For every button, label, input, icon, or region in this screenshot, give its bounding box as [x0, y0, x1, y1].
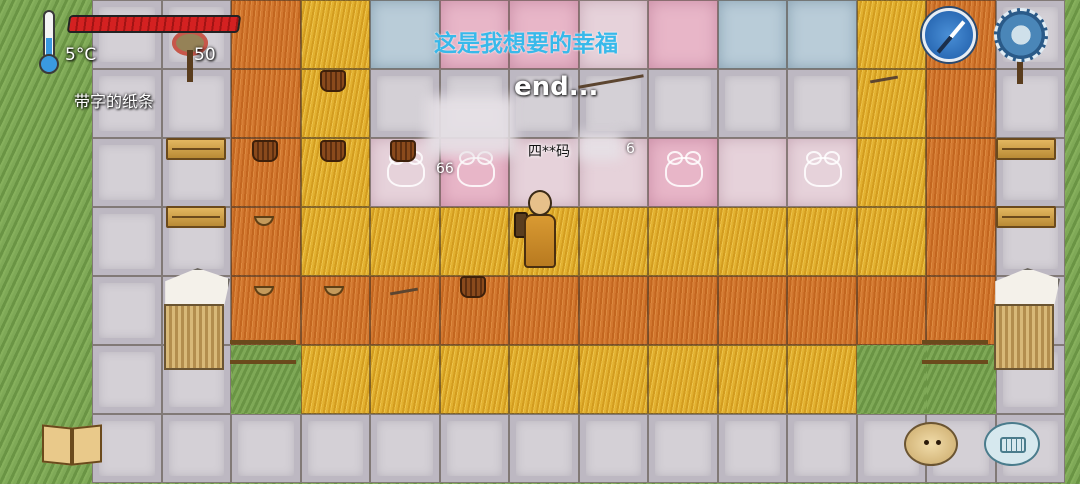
floor-tile[interactable] — [370, 276, 440, 345]
floor-tile[interactable] — [856, 207, 926, 276]
floor-tile[interactable] — [578, 345, 648, 414]
floor-tile[interactable] — [509, 276, 579, 345]
player-number-left: 66 — [436, 161, 454, 177]
open-book-icon[interactable] — [40, 422, 106, 466]
floor-tile[interactable] — [439, 207, 509, 276]
floor-tile[interactable] — [370, 414, 440, 483]
bell-tower-left[interactable] — [158, 268, 230, 370]
basket[interactable] — [252, 140, 278, 162]
basket[interactable] — [320, 70, 346, 92]
floor-tile[interactable] — [648, 207, 718, 276]
floor-tile[interactable] — [439, 345, 509, 414]
floor-tile[interactable] — [161, 414, 231, 483]
blur-patch — [426, 96, 516, 156]
floor-tile[interactable] — [300, 345, 370, 414]
floor-tile[interactable] — [370, 0, 440, 69]
compass-icon[interactable] — [922, 8, 976, 62]
floor-tile[interactable] — [787, 0, 857, 69]
status-hud: 5°C 50 带字的纸条 — [36, 8, 256, 111]
floor-tile[interactable] — [717, 138, 787, 207]
floor-tile[interactable] — [856, 276, 926, 345]
health-bar — [66, 15, 242, 33]
floor-tile[interactable] — [578, 276, 648, 345]
floor-tile[interactable] — [648, 414, 718, 483]
fence[interactable] — [230, 340, 296, 364]
floor-tile[interactable] — [578, 207, 648, 276]
bear-pattern-icon — [804, 151, 842, 187]
floor-tile[interactable] — [92, 207, 162, 276]
floor-tile[interactable] — [648, 345, 718, 414]
floor-tile[interactable] — [856, 0, 926, 69]
fence[interactable] — [922, 340, 988, 364]
player-number-right: 6 — [626, 141, 635, 157]
floor-tile[interactable] — [717, 207, 787, 276]
floor-tile[interactable] — [300, 0, 370, 69]
floor-tile[interactable] — [578, 414, 648, 483]
floor-tile[interactable] — [717, 69, 787, 138]
floor-tile[interactable] — [92, 345, 162, 414]
floor-tile[interactable] — [92, 276, 162, 345]
floor-tile[interactable] — [787, 276, 857, 345]
floor-tile[interactable] — [787, 69, 857, 138]
floor-tile[interactable] — [787, 138, 857, 207]
bear-pattern-icon — [456, 151, 495, 187]
settings-gear-icon[interactable] — [994, 8, 1048, 62]
floor-tile[interactable] — [787, 207, 857, 276]
bell-tower-right[interactable] — [988, 268, 1060, 370]
floor-tile[interactable] — [717, 345, 787, 414]
chat-speech: 这是我想要的幸福 — [434, 31, 618, 57]
wooden-crate[interactable] — [166, 206, 226, 228]
floor-tile[interactable] — [648, 276, 718, 345]
floor-tile[interactable] — [787, 414, 857, 483]
game-world[interactable]: 这是我想要的幸福 end... 四**码 6 66 5°C 50 带字的纸条 — [0, 0, 1080, 484]
floor-tile[interactable] — [300, 414, 370, 483]
floor-tile[interactable] — [856, 345, 926, 414]
floor-tile[interactable] — [926, 276, 996, 345]
floor-tile[interactable] — [648, 138, 718, 207]
floor-tile[interactable] — [926, 207, 996, 276]
floor-tile[interactable] — [717, 276, 787, 345]
basket[interactable] — [390, 140, 416, 162]
player-robe — [524, 214, 556, 268]
floor-tile[interactable] — [370, 207, 440, 276]
wooden-crate[interactable] — [996, 138, 1056, 160]
temperature-readout: 5°C — [65, 45, 97, 65]
held-item-label: 带字的纸条 — [74, 92, 155, 111]
bear-pattern-icon — [665, 151, 703, 187]
player-name-tag: 四**码 — [528, 144, 570, 160]
thermometer-icon — [38, 10, 59, 74]
floor-tile[interactable] — [92, 138, 162, 207]
stacked-plates[interactable] — [460, 276, 486, 298]
player-head — [528, 190, 552, 216]
floor-tile[interactable] — [370, 345, 440, 414]
floor-tile[interactable] — [439, 414, 509, 483]
floor-tile[interactable] — [856, 138, 926, 207]
floor-tile[interactable] — [231, 414, 301, 483]
food-value: 50 — [194, 45, 216, 65]
floor-tile[interactable] — [787, 345, 857, 414]
player-character[interactable] — [514, 190, 564, 280]
keyboard-icon[interactable] — [984, 422, 1040, 466]
floor-tile[interactable] — [717, 0, 787, 69]
floor-tile[interactable] — [926, 69, 996, 138]
floor-tile[interactable] — [300, 207, 370, 276]
wooden-crate[interactable] — [996, 206, 1056, 228]
floor-tile[interactable] — [717, 414, 787, 483]
floor-tile[interactable] — [926, 138, 996, 207]
potato-emote-icon[interactable] — [904, 422, 958, 466]
chat-end-text: end... — [514, 72, 599, 102]
wooden-crate[interactable] — [166, 138, 226, 160]
floor-tile[interactable] — [509, 345, 579, 414]
basket[interactable] — [320, 140, 346, 162]
floor-tile[interactable] — [648, 69, 718, 138]
floor-tile[interactable] — [648, 0, 718, 69]
floor-tile[interactable] — [509, 414, 579, 483]
blur-patch — [578, 132, 622, 160]
